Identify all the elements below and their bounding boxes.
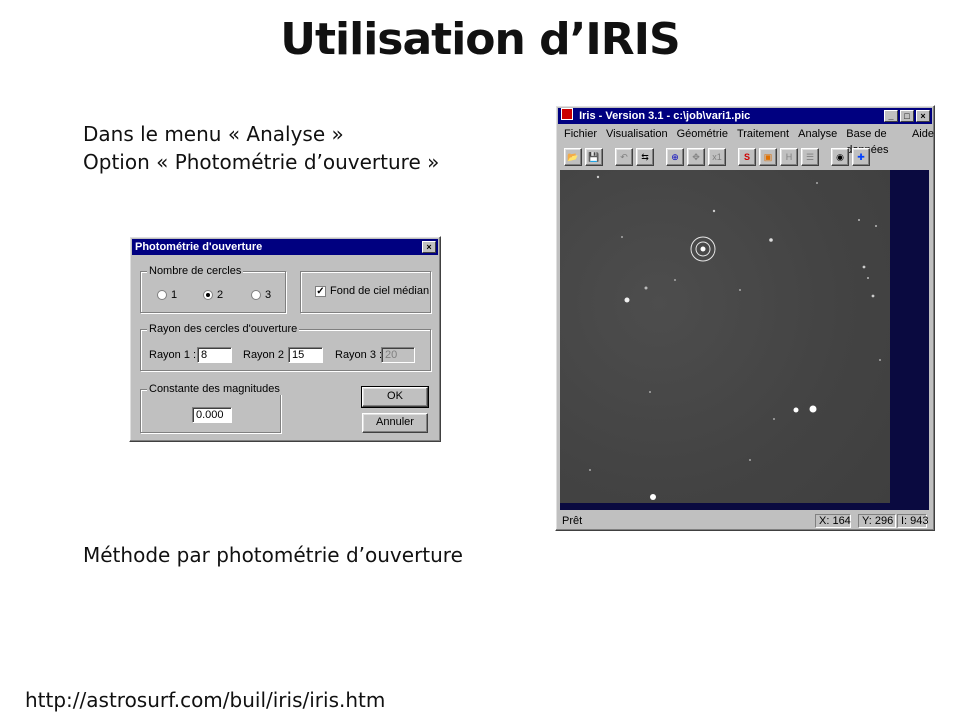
dialog-title: Photométrie d'ouverture bbox=[135, 241, 263, 253]
radius3-input: 20 bbox=[381, 347, 415, 363]
status-x: X: 164 bbox=[815, 514, 851, 528]
radio-dot bbox=[157, 290, 167, 300]
swap-icon[interactable]: ⇆ bbox=[636, 148, 654, 166]
iris-window: Iris - Version 3.1 - c:\job\vari1.pic _ … bbox=[555, 105, 935, 531]
radius2-label: Rayon 2 : bbox=[243, 349, 291, 361]
histogram-icon[interactable]: H bbox=[780, 148, 798, 166]
radius1-input[interactable]: 8 bbox=[197, 347, 232, 363]
menu-traitement[interactable]: Traitement bbox=[737, 126, 789, 142]
move-icon[interactable]: ✥ bbox=[687, 148, 705, 166]
radius2-input[interactable]: 15 bbox=[288, 347, 323, 363]
iris-menubar: Fichier Visualisation Géométrie Traiteme… bbox=[559, 126, 934, 156]
radio-label: 3 bbox=[265, 289, 272, 301]
iris-titlebar[interactable]: Iris - Version 3.1 - c:\job\vari1.pic _ … bbox=[558, 108, 932, 124]
aperture-photometry-dialog: Photométrie d'ouverture × Nombre de cerc… bbox=[129, 236, 441, 442]
source-link[interactable]: http://astrosurf.com/buil/iris/iris.htm bbox=[25, 688, 385, 712]
circles-group: Nombre de cercles 1 2 3 bbox=[140, 265, 286, 313]
crosshair-icon[interactable]: ⊕ bbox=[666, 148, 684, 166]
radius-group: Rayon des cercles d'ouverture Rayon 1 : … bbox=[140, 323, 431, 371]
minimize-icon[interactable]: _ bbox=[884, 110, 898, 122]
magnitude-group-label: Constante des magnitudes bbox=[147, 383, 282, 395]
radius1-label: Rayon 1 : bbox=[149, 349, 197, 361]
close-icon[interactable]: × bbox=[422, 241, 436, 253]
cancel-button[interactable]: Annuler bbox=[362, 413, 428, 433]
red-circle-icon[interactable]: S bbox=[738, 148, 756, 166]
magnitude-input[interactable]: 0.000 bbox=[192, 407, 232, 423]
status-text: Prêt bbox=[562, 515, 583, 527]
star-field-image[interactable] bbox=[560, 170, 890, 503]
maximize-icon[interactable]: □ bbox=[900, 110, 914, 122]
instruction-menu: Dans le menu « Analyse » bbox=[83, 122, 344, 146]
blue-cross-icon[interactable]: ✚ bbox=[852, 148, 870, 166]
iris-toolbar: 📂 💾 ↶ ⇆ ⊕ ✥ x1 S ▣ H ☰ ◉ ✚ bbox=[559, 146, 870, 168]
method-caption: Méthode par photométrie d’ouverture bbox=[83, 543, 463, 567]
zoom-x1-icon[interactable]: x1 bbox=[708, 148, 726, 166]
save-disk-icon[interactable]: 💾 bbox=[585, 148, 603, 166]
menu-base-de-donnees[interactable]: Base de données bbox=[846, 126, 903, 156]
stars-overlay bbox=[589, 175, 881, 500]
slide-title: Utilisation d’IRIS bbox=[280, 14, 680, 65]
instruction-option: Option « Photométrie d’ouverture » bbox=[83, 150, 440, 174]
checkbox-box: ✓ bbox=[315, 285, 326, 297]
menu-fichier[interactable]: Fichier bbox=[564, 126, 597, 142]
menu-geometrie[interactable]: Géométrie bbox=[677, 126, 728, 142]
magnitude-group: Constante des magnitudes 0.000 bbox=[140, 383, 282, 433]
status-intensity: I: 943 bbox=[897, 514, 929, 528]
undo-icon[interactable]: ↶ bbox=[615, 148, 633, 166]
median-sky-checkbox[interactable]: ✓ Fond de ciel médian bbox=[315, 285, 429, 297]
menu-analyse[interactable]: Analyse bbox=[798, 126, 837, 142]
iris-app-icon bbox=[561, 108, 573, 120]
radius3-label: Rayon 3 : bbox=[335, 349, 383, 361]
radio-circles-1[interactable]: 1 bbox=[157, 289, 177, 301]
iris-title: Iris - Version 3.1 - c:\job\vari1.pic bbox=[579, 110, 751, 122]
menu-visualisation[interactable]: Visualisation bbox=[606, 126, 668, 142]
menu-aide[interactable]: Aide bbox=[912, 126, 934, 142]
status-y: Y: 296 bbox=[858, 514, 896, 528]
iris-statusbar: Prêt X: 164 Y: 296 I: 943 bbox=[559, 513, 931, 529]
radio-label: 1 bbox=[171, 289, 178, 301]
radio-dot bbox=[251, 290, 261, 300]
radius-group-label: Rayon des cercles d'ouverture bbox=[147, 323, 300, 335]
radio-label: 2 bbox=[217, 289, 224, 301]
circles-group-label: Nombre de cercles bbox=[147, 265, 244, 277]
close-icon[interactable]: × bbox=[916, 110, 930, 122]
median-sky-label: Fond de ciel médian bbox=[330, 285, 430, 297]
radio-circles-3[interactable]: 3 bbox=[251, 289, 271, 301]
dialog-titlebar[interactable]: Photométrie d'ouverture × bbox=[132, 239, 438, 255]
radio-circles-2[interactable]: 2 bbox=[203, 289, 223, 301]
instructions: Dans le menu « Analyse » Option « Photom… bbox=[83, 120, 439, 176]
radio-dot-selected bbox=[203, 290, 213, 300]
orange-square-icon[interactable]: ▣ bbox=[759, 148, 777, 166]
open-folder-icon[interactable]: 📂 bbox=[564, 148, 582, 166]
ok-button[interactable]: OK bbox=[361, 386, 429, 408]
camera-icon[interactable]: ◉ bbox=[831, 148, 849, 166]
image-viewport[interactable] bbox=[560, 170, 929, 510]
median-sky-group: ✓ Fond de ciel médian bbox=[300, 271, 431, 313]
list-icon[interactable]: ☰ bbox=[801, 148, 819, 166]
